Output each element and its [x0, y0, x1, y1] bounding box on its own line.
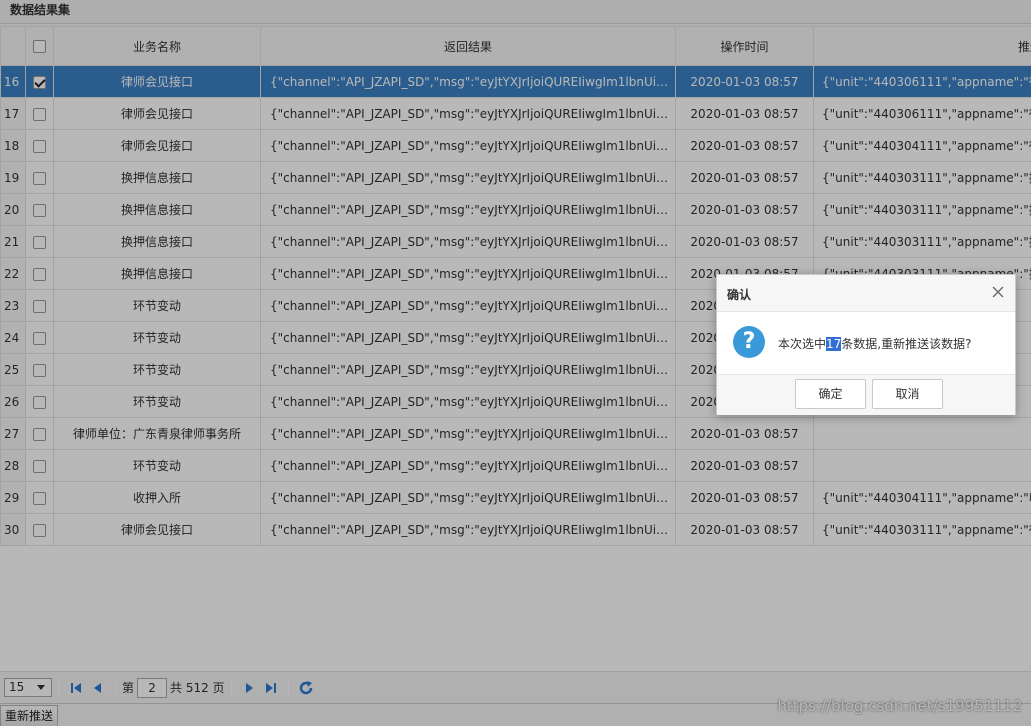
message-after: 条数据,重新推送该数据?	[841, 337, 972, 351]
confirm-button[interactable]: 确定	[795, 379, 866, 409]
dialog-header: 确认	[717, 275, 1015, 312]
dialog-message: 本次选中17条数据,重新推送该数据?	[778, 335, 971, 352]
cancel-button[interactable]: 取消	[872, 379, 943, 409]
confirm-dialog: 确认 ? 本次选中17条数据,重新推送该数据? 确定 取消	[716, 274, 1016, 415]
question-icon: ?	[733, 326, 765, 358]
message-count: 17	[826, 337, 842, 351]
close-icon[interactable]	[991, 285, 1005, 299]
message-before: 本次选中	[778, 337, 827, 351]
dialog-footer: 确定 取消	[717, 374, 1015, 415]
dialog-title: 确认	[727, 288, 752, 302]
dialog-body: ? 本次选中17条数据,重新推送该数据?	[717, 312, 1015, 374]
